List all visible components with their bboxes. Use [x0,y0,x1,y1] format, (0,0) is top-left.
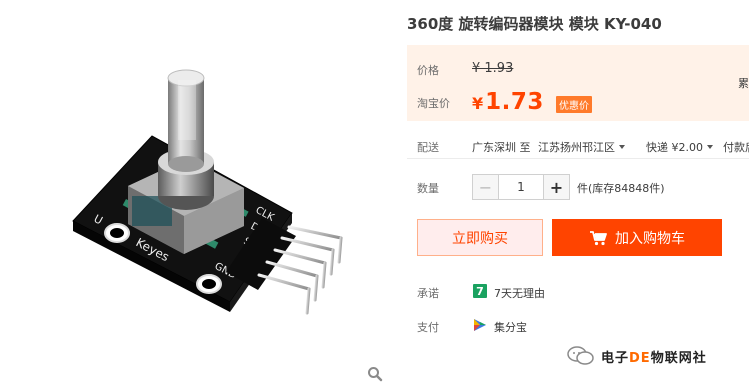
price-panel: 价格 ¥ 1.93 淘宝价 ¥ 1.73 优惠价 累 [407,45,749,121]
promo-badge: 优惠价 [556,96,592,113]
shipping-fee-value: 快递 ¥2.00 [646,141,703,154]
payment-label: 支付 [417,321,439,334]
shipping-fee-select[interactable]: 快递 ¥2.00 [646,139,713,155]
taobao-price-label: 淘宝价 [417,97,450,110]
promise-row: 承诺 7 7天无理由 [407,282,749,302]
chevron-down-icon [619,145,625,149]
sales-count-label-cut: 累 [738,77,749,90]
currency-symbol: ¥ [472,94,484,113]
original-price: ¥ 1.93 [472,61,514,76]
cart-icon [590,230,607,245]
add-to-cart-button[interactable]: 加入购物车 [552,219,722,256]
add-to-cart-label: 加入购物车 [615,230,685,247]
product-title: 360度 旋转编码器模块 模块 KY-040 [407,15,662,33]
watermark: 电子DE物联网社 [567,346,707,366]
wechat-icon [567,346,594,365]
seven-day-badge: 7 [476,285,484,298]
stock-count: 件(库存84848件) [577,182,665,195]
quantity-row: 数量 − 1 + 件(库存84848件) [407,173,749,201]
magnifier-icon[interactable] [367,366,383,382]
payment-note: 付款后 [723,141,749,154]
increment-button[interactable]: + [543,175,569,199]
jifenbao-icon [474,319,486,331]
ship-to-select[interactable]: 江苏扬州邗江区 [538,139,625,155]
chevron-down-icon [707,145,713,149]
payment-row: 支付 集分宝 [407,316,749,336]
delivery-label: 配送 [417,141,439,154]
quantity-input[interactable]: 1 [499,175,543,199]
promise-label: 承诺 [417,287,439,300]
payment-method[interactable]: 集分宝 [494,319,527,335]
current-price-value: 1.73 [485,89,544,115]
watermark-text: 电子DE物联网社 [601,350,707,366]
decrement-button[interactable]: − [473,175,499,199]
current-price: ¥ 1.73 [472,89,544,115]
quantity-stepper: − 1 + [472,174,570,200]
promise-text[interactable]: 7天无理由 [494,285,545,301]
product-image[interactable]: U Keyes CLK DT SW + GND [0,0,398,388]
ship-from: 广东深圳 至 [472,141,531,154]
original-price-label: 价格 [417,64,439,77]
seven-day-icon: 7 [473,284,487,298]
rotary-encoder-illustration: U Keyes CLK DT SW + GND [72,69,343,315]
ship-to-value: 江苏扬州邗江区 [538,141,615,154]
delivery-row: 配送 广东深圳 至 江苏扬州邗江区 快递 ¥2.00 付款后 [407,133,749,159]
buy-now-button[interactable]: 立即购买 [417,219,543,256]
quantity-label: 数量 [417,182,439,195]
